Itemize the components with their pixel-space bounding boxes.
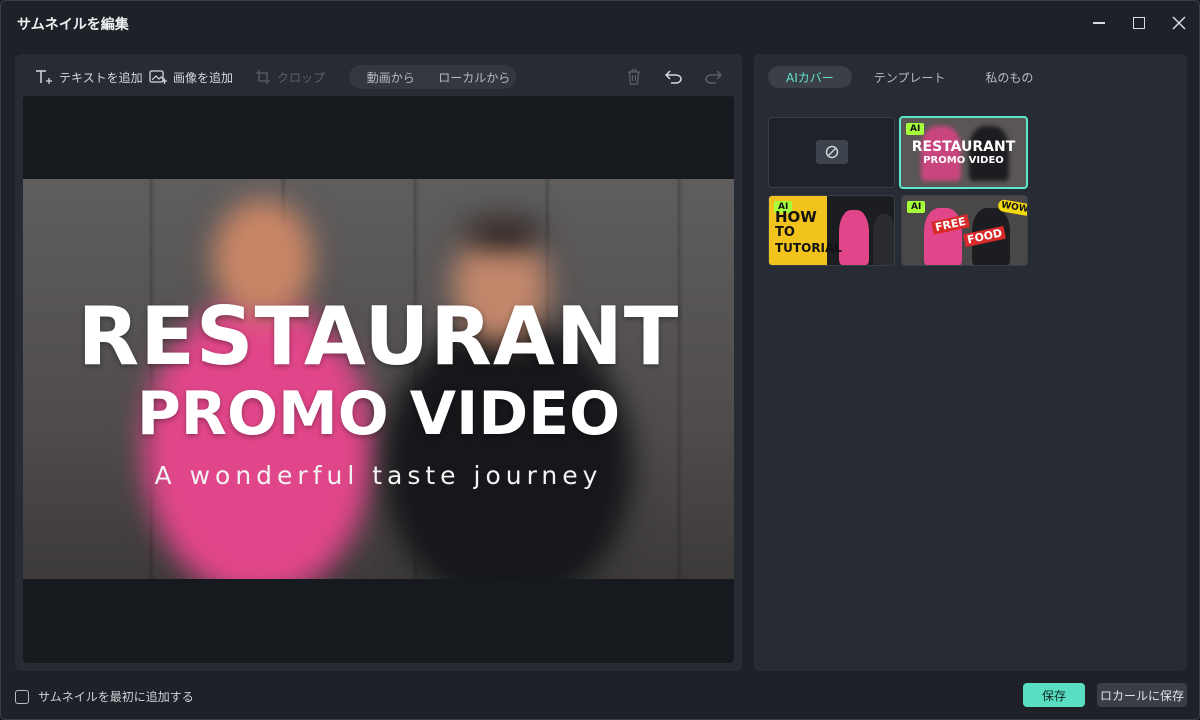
add-image-label: 画像を追加 xyxy=(173,70,234,85)
add-image-icon xyxy=(149,70,167,84)
cover-options-panel: AIカバー テンプレート 私のもの AI RESTAURANT PROMO VI… xyxy=(754,54,1187,671)
delete-icon xyxy=(628,69,640,85)
crop-label: クロップ xyxy=(277,70,326,85)
undo-icon xyxy=(665,70,682,84)
redo-button[interactable] xyxy=(702,66,724,88)
editor-toolbar: テキストを追加 画像を追加 クロップ 動画から ローカルから xyxy=(15,54,742,98)
thumbnail-background-photo: RESTAURANT PROMO VIDEO A wonderful taste… xyxy=(23,179,734,579)
thumb-tutorial: TUTORIAL xyxy=(775,241,842,255)
preview-title-line1[interactable]: RESTAURANT xyxy=(23,297,734,377)
minimize-button[interactable] xyxy=(1083,9,1115,37)
add-thumbnail-first-label: サムネイルを最初に追加する xyxy=(38,690,194,704)
add-thumbnail-first-checkbox[interactable] xyxy=(15,689,29,704)
maximize-icon xyxy=(1133,17,1145,29)
from-video-option[interactable]: 動画から xyxy=(349,69,433,86)
ai-badge: AI xyxy=(907,201,926,213)
source-segmented-control: 動画から ローカルから xyxy=(349,65,516,89)
minimize-icon xyxy=(1093,22,1105,24)
delete-button[interactable] xyxy=(623,66,645,88)
save-button[interactable]: 保存 xyxy=(1023,683,1085,707)
cover-tabs: AIカバー テンプレート 私のもの xyxy=(768,66,1051,88)
add-text-label: テキストを追加 xyxy=(59,70,143,85)
editor-panel: テキストを追加 画像を追加 クロップ 動画から ローカルから RESTAURAN… xyxy=(15,54,742,671)
no-cover-thumbnail[interactable] xyxy=(768,117,895,188)
thumbnail-canvas[interactable]: RESTAURANT PROMO VIDEO A wonderful taste… xyxy=(23,96,734,663)
add-text-icon xyxy=(36,70,52,84)
ai-badge: AI xyxy=(906,123,925,135)
crop-icon xyxy=(256,70,270,84)
edit-thumbnail-dialog: サムネイルを編集 テキストを追加 画像を追加 クロップ 動画から ローカルから … xyxy=(0,0,1200,720)
maximize-button[interactable] xyxy=(1123,9,1155,37)
redo-icon xyxy=(705,70,722,84)
dialog-title: サムネイルを編集 xyxy=(17,17,129,33)
save-local-button[interactable]: ロカールに保存 xyxy=(1097,683,1187,707)
ai-cover-restaurant-thumbnail[interactable]: AI RESTAURANT PROMO VIDEO xyxy=(899,116,1028,189)
close-icon xyxy=(1172,16,1186,30)
tab-ai-cover[interactable]: AIカバー xyxy=(768,66,852,88)
thumb-how: HOW xyxy=(775,208,817,226)
thumb-to: TO xyxy=(775,225,795,240)
add-thumbnail-first-option[interactable]: サムネイルを最初に追加する xyxy=(15,688,194,705)
tab-mine[interactable]: 私のもの xyxy=(967,66,1051,88)
none-icon xyxy=(816,140,848,164)
preview-subtitle[interactable]: A wonderful taste journey xyxy=(23,461,734,490)
tab-template[interactable]: テンプレート xyxy=(856,66,964,88)
title-bar: サムネイルを編集 xyxy=(1,1,1199,45)
add-text-button[interactable]: テキストを追加 xyxy=(35,66,143,88)
ai-cover-free-food-thumbnail[interactable]: AI FREE FOOD WOW! xyxy=(901,195,1028,266)
from-local-option[interactable]: ローカルから xyxy=(433,69,517,86)
crop-button[interactable]: クロップ xyxy=(255,66,325,88)
preview-title-line2[interactable]: PROMO VIDEO xyxy=(23,384,734,444)
thumb-title-line1: RESTAURANT xyxy=(911,139,1016,155)
undo-button[interactable] xyxy=(663,66,685,88)
ai-cover-tutorial-thumbnail[interactable]: AI HOW TO TUTORIAL xyxy=(768,195,895,266)
add-image-button[interactable]: 画像を追加 xyxy=(149,66,233,88)
close-button[interactable] xyxy=(1163,9,1195,37)
thumb-title-line2: PROMO VIDEO xyxy=(923,155,1004,166)
